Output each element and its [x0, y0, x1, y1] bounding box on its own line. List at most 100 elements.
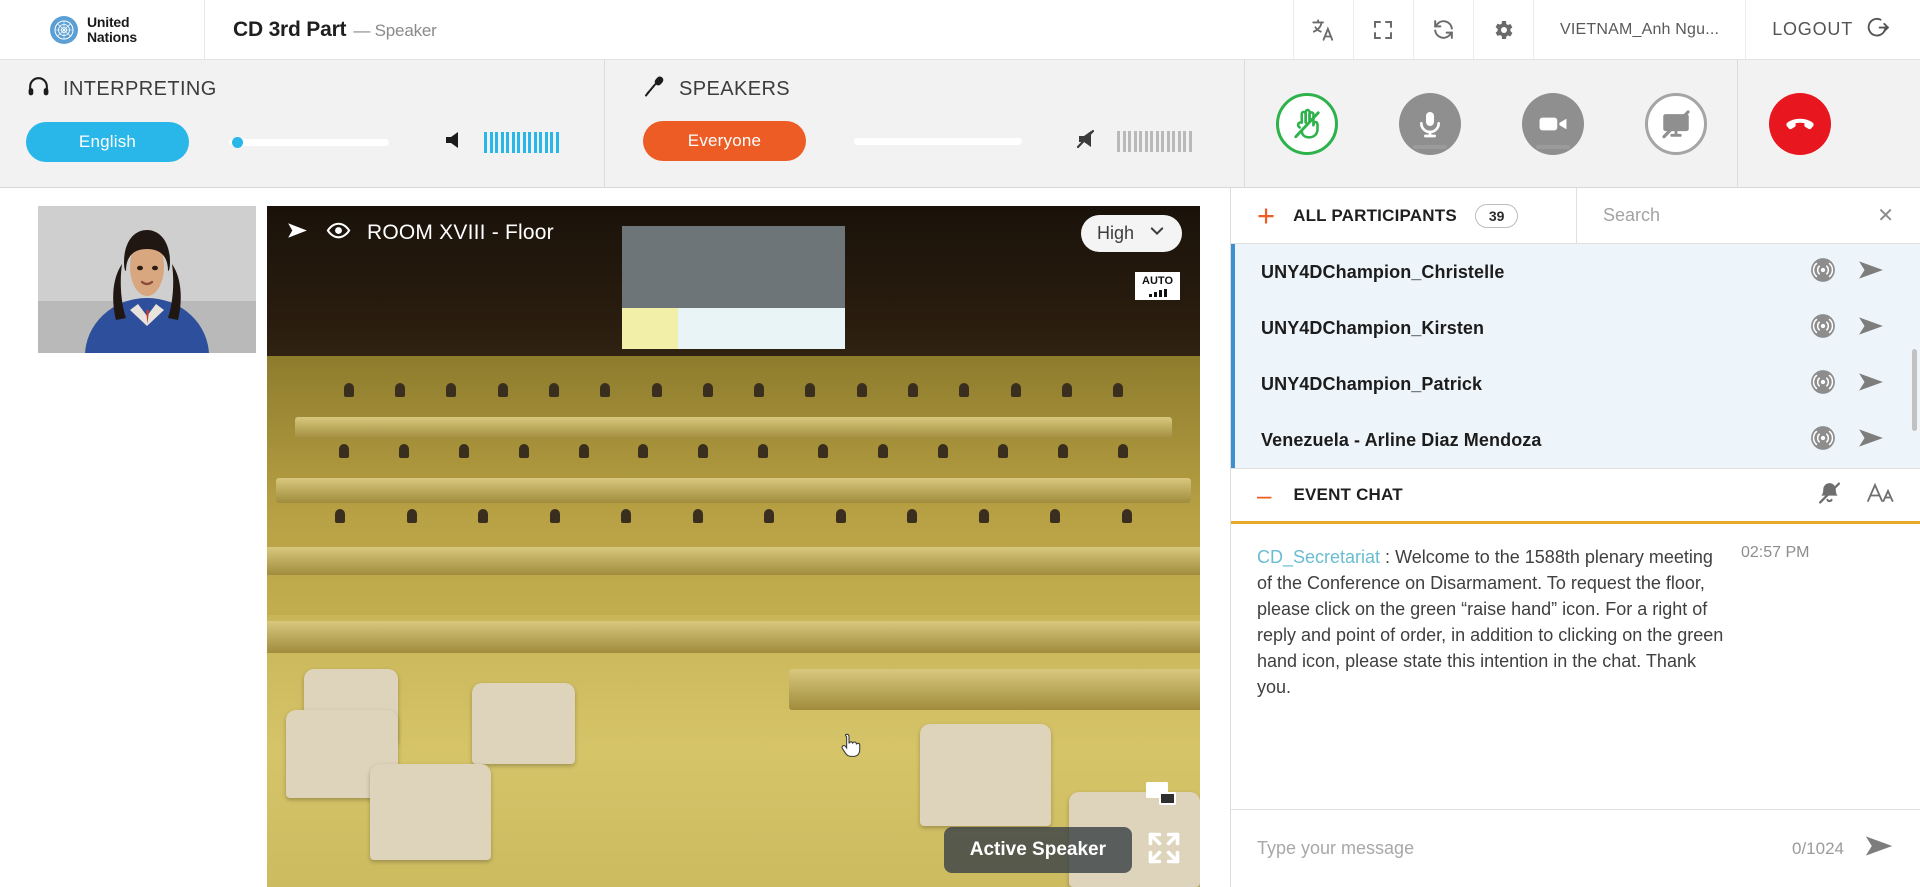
speakers-channel-pill[interactable]: Everyone	[643, 121, 806, 161]
chat-messages[interactable]: CD_Secretariat : Welcome to the 1588th p…	[1231, 524, 1920, 809]
interpreting-label-group: INTERPRETING	[26, 74, 604, 105]
search-input[interactable]	[1603, 205, 1877, 226]
fullscreen-icon[interactable]	[1353, 0, 1413, 59]
chat-input-bar: 0/1024	[1231, 809, 1920, 887]
send-message-icon[interactable]	[1864, 834, 1894, 863]
picture-in-picture-icon[interactable]	[1146, 780, 1178, 813]
send-to-participant-icon[interactable]	[1858, 315, 1884, 342]
list-item[interactable]: UNY4DChampion_Patrick	[1235, 356, 1920, 412]
expand-fullscreen-icon[interactable]	[1146, 830, 1182, 871]
list-item[interactable]: UNY4DChampion_Kirsten	[1235, 300, 1920, 356]
video-scene	[267, 206, 1200, 887]
speaker-icon[interactable]	[443, 128, 471, 157]
interpreting-volume-knob[interactable]	[232, 137, 243, 148]
speakers-level-meter	[1117, 131, 1192, 152]
broadcast-icon[interactable]	[1810, 425, 1836, 456]
send-to-participant-icon[interactable]	[1858, 371, 1884, 398]
chat-message-input[interactable]	[1257, 838, 1772, 859]
font-size-icon[interactable]	[1866, 481, 1894, 510]
logout-label: LOGOUT	[1772, 19, 1853, 40]
broadcast-icon[interactable]	[1810, 313, 1836, 344]
broadcast-icon[interactable]	[1810, 257, 1836, 288]
main-area: ROOM XVIII - Floor High AUTO	[0, 188, 1920, 887]
send-to-participant-icon[interactable]	[1858, 427, 1884, 454]
video-quality-value: High	[1097, 223, 1134, 244]
video-quality-dropdown[interactable]: High	[1081, 215, 1182, 252]
raise-hand-button[interactable]	[1245, 93, 1368, 155]
scene-chair	[920, 724, 1051, 826]
right-panel: + ALL PARTICIPANTS 39 ✕ UNY4DChampion_Ch…	[1230, 188, 1920, 887]
close-icon[interactable]: ✕	[1877, 203, 1894, 228]
interpreting-volume-slider[interactable]	[229, 139, 389, 146]
microphone-handheld-icon	[643, 74, 667, 104]
un-emblem-icon	[50, 16, 78, 44]
chat-character-count: 0/1024	[1792, 839, 1844, 859]
app-header: United Nations CD 3rd Part — Speaker	[0, 0, 1920, 60]
chat-message: CD_Secretariat : Welcome to the 1588th p…	[1257, 544, 1894, 701]
speaker-muted-icon[interactable]	[1076, 127, 1104, 156]
brand-line-2: Nations	[87, 30, 137, 44]
camera-button[interactable]	[1491, 93, 1614, 155]
mouse-cursor	[836, 730, 862, 765]
self-view-thumbnail[interactable]	[38, 206, 256, 353]
translate-icon[interactable]	[1293, 0, 1353, 59]
chat-message-time: 02:57 PM	[1727, 544, 1809, 701]
participants-search-area: ✕	[1577, 188, 1920, 243]
participants-count-badge: 39	[1475, 204, 1519, 228]
collapse-chat-icon[interactable]: –	[1257, 489, 1271, 502]
list-item[interactable]: Venezuela - Arline Diaz Mendoza	[1235, 412, 1920, 468]
meeting-title-main: CD 3rd Part	[233, 18, 346, 42]
hangup-button[interactable]	[1738, 93, 1861, 155]
speakers-volume-slider[interactable]	[854, 138, 1022, 145]
main-stage: ROOM XVIII - Floor High AUTO	[267, 188, 1230, 887]
auto-quality-badge[interactable]: AUTO	[1135, 272, 1180, 300]
self-view-column	[0, 188, 267, 887]
chat-message-author: CD_Secretariat	[1257, 547, 1380, 567]
interpreting-language-pill[interactable]: English	[26, 122, 189, 162]
refresh-icon[interactable]	[1413, 0, 1473, 59]
chat-title: EVENT CHAT	[1293, 485, 1402, 505]
microphone-button[interactable]	[1368, 93, 1491, 155]
send-to-participant-icon[interactable]	[1858, 259, 1884, 286]
broadcast-icon[interactable]	[1810, 369, 1836, 400]
broadcast-arrow-icon[interactable]	[285, 218, 310, 248]
participants-list[interactable]: UNY4DChampion_Christelle UNY4DChampion_K…	[1231, 244, 1920, 468]
eye-icon[interactable]	[326, 218, 351, 248]
chat-header[interactable]: – EVENT CHAT	[1231, 468, 1920, 524]
participant-actions	[1810, 425, 1920, 456]
gear-icon[interactable]	[1473, 0, 1533, 59]
interpreting-meter-group	[443, 128, 559, 157]
list-item[interactable]: UNY4DChampion_Christelle	[1235, 244, 1920, 300]
participants-header: + ALL PARTICIPANTS 39 ✕	[1231, 188, 1920, 244]
participant-actions	[1810, 257, 1920, 288]
scene-chair	[472, 683, 575, 765]
interpreting-label: INTERPRETING	[63, 78, 217, 101]
scene-crowd-row	[304, 509, 1162, 523]
video-player[interactable]: ROOM XVIII - Floor High AUTO	[267, 206, 1200, 887]
participant-name: UNY4DChampion_Christelle	[1261, 262, 1810, 283]
active-speaker-button[interactable]: Active Speaker	[944, 827, 1132, 873]
chat-message-text: Welcome to the 1588th plenary meeting of…	[1257, 547, 1723, 697]
camera-state-bar	[1536, 145, 1570, 149]
speakers-meter-group	[1076, 127, 1192, 156]
participants-scrollbar[interactable]	[1912, 349, 1917, 431]
speakers-controls: Everyone	[643, 121, 1244, 161]
interpreting-section: INTERPRETING English	[0, 60, 605, 187]
scene-crowd-row	[323, 383, 1144, 397]
bell-off-icon[interactable]	[1817, 480, 1842, 510]
control-bar: INTERPRETING English	[0, 60, 1920, 188]
raise-hand-icon	[1276, 93, 1338, 155]
participant-actions	[1810, 313, 1920, 344]
chat-message-body: CD_Secretariat : Welcome to the 1588th p…	[1257, 544, 1727, 701]
hangup-icon	[1769, 93, 1831, 155]
participants-header-left[interactable]: + ALL PARTICIPANTS 39	[1231, 188, 1577, 243]
share-screen-button[interactable]	[1614, 93, 1737, 155]
interpreting-level-meter	[484, 132, 559, 153]
current-user-name[interactable]: VIETNAM_Anh Ngu...	[1533, 0, 1745, 59]
add-participant-icon[interactable]: +	[1257, 205, 1275, 227]
scene-desk	[267, 621, 1200, 652]
logout-button[interactable]: LOGOUT	[1745, 0, 1920, 59]
microphone-state-bar	[1413, 145, 1447, 149]
speakers-label-group: SPEAKERS	[643, 74, 1244, 104]
call-controls	[1245, 60, 1920, 187]
